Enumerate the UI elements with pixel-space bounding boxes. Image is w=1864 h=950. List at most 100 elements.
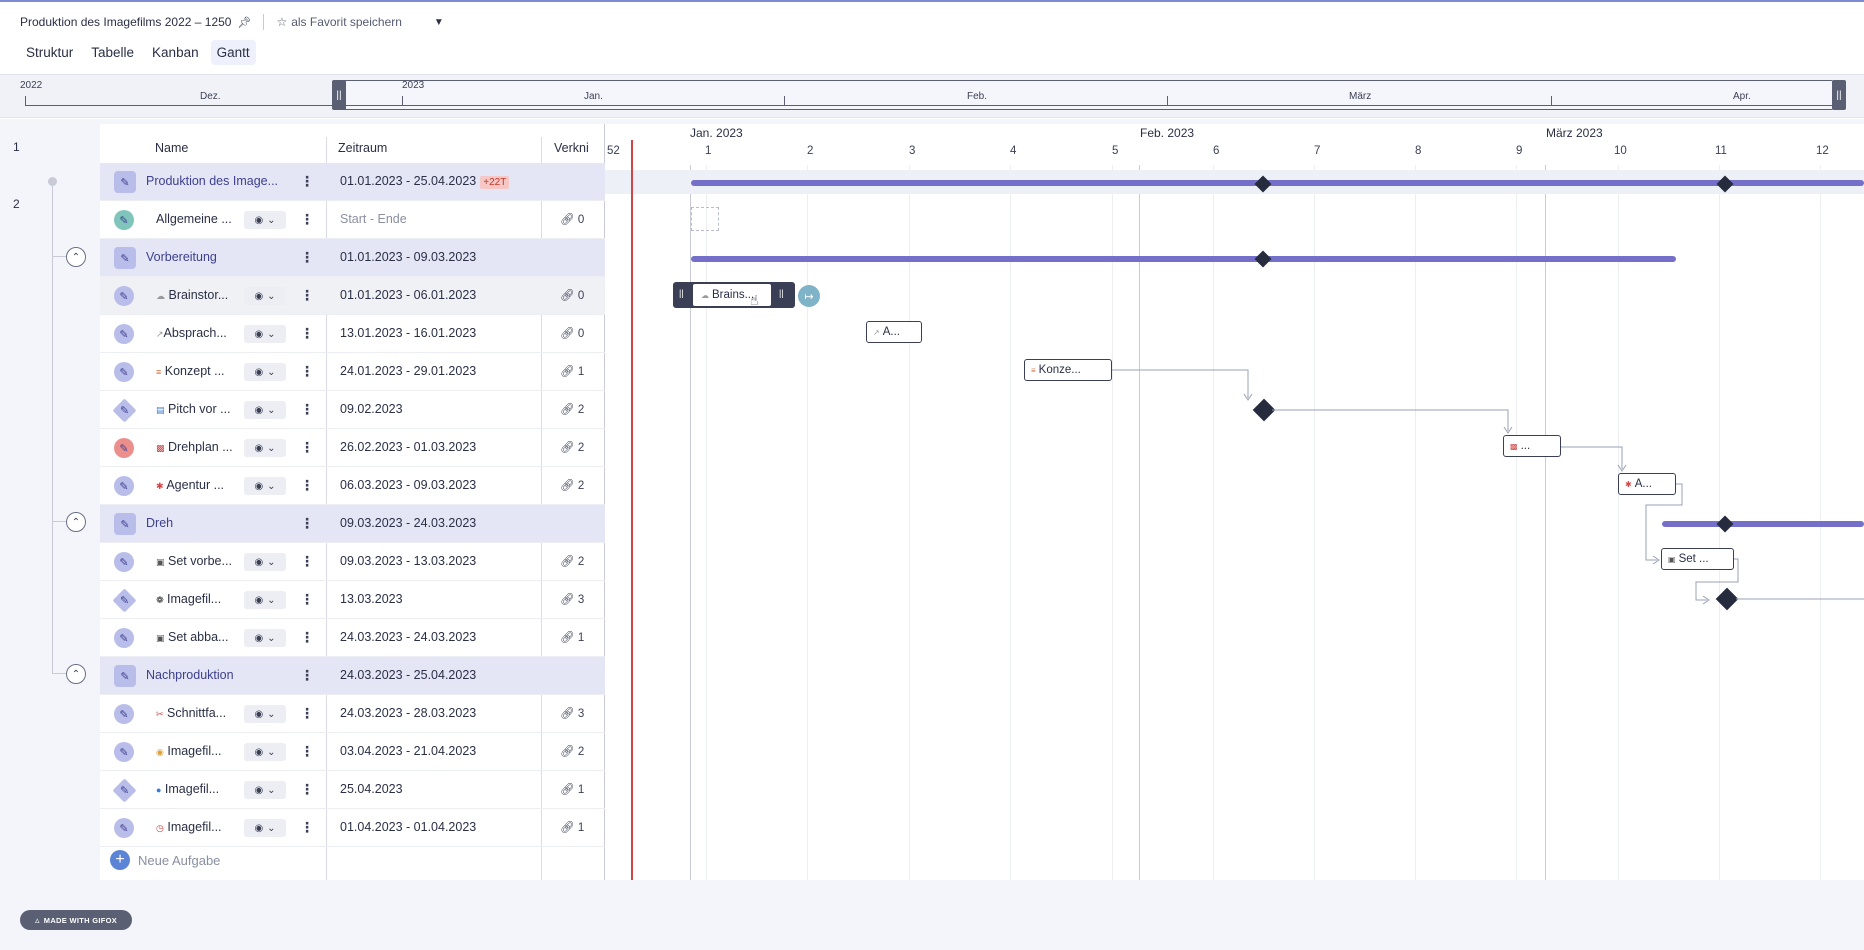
- task-row[interactable]: ✎ ☁ Brainstor... ◉ ⌄ ⋮ 01.01.2023 - 06.01…: [100, 277, 605, 315]
- milestone-pencil-icon[interactable]: ✎: [112, 398, 137, 423]
- more-options-icon[interactable]: ⋮: [300, 781, 314, 798]
- more-options-icon[interactable]: ⋮: [300, 173, 314, 190]
- tab-tabelle[interactable]: Tabelle: [85, 40, 140, 65]
- status-dropdown[interactable]: ◉ ⌄: [244, 477, 286, 495]
- status-dropdown[interactable]: ◉ ⌄: [244, 781, 286, 799]
- gantt-bar-vorbereitung[interactable]: [691, 256, 1676, 262]
- more-options-icon[interactable]: ⋮: [300, 705, 314, 722]
- task-row[interactable]: ✎ ✱ Agentur ... ◉ ⌄ ⋮ 06.03.2023 - 09.03.…: [100, 467, 605, 505]
- gantt-task-set[interactable]: ▣ Set ...: [1661, 548, 1734, 570]
- empty-task-placeholder[interactable]: [691, 207, 719, 231]
- more-options-icon[interactable]: ⋮: [300, 743, 314, 760]
- gantt-task-konzept[interactable]: ≡ Konze...: [1024, 359, 1112, 381]
- pencil-icon[interactable]: ✎: [114, 362, 134, 382]
- pencil-icon[interactable]: ✎: [114, 665, 136, 687]
- status-dropdown[interactable]: ◉ ⌄: [244, 553, 286, 571]
- gantt-task-agentur[interactable]: ✱ A...: [1618, 473, 1676, 495]
- task-row[interactable]: ✎ ◷ Imagefil... ◉ ⌄ ⋮ 01.04.2023 - 01.04.…: [100, 809, 605, 847]
- milestone-pencil-icon[interactable]: ✎: [112, 588, 137, 613]
- pencil-icon[interactable]: ✎: [114, 247, 136, 269]
- status-dropdown[interactable]: ◉ ⌄: [244, 819, 286, 837]
- task-row-produktion[interactable]: ✎ Produktion des Image... ⋮ 01.01.2023 -…: [100, 163, 605, 201]
- header-period[interactable]: Zeitraum: [338, 141, 387, 155]
- more-options-icon[interactable]: ⋮: [300, 515, 314, 532]
- task-row[interactable]: ✎ ▤ Pitch vor ... ◉ ⌄ ⋮ 09.02.2023 🔗︎ 2: [100, 391, 605, 429]
- more-options-icon[interactable]: ⋮: [300, 667, 314, 684]
- more-options-icon[interactable]: ⋮: [300, 591, 314, 608]
- task-row[interactable]: ✎ ↗Absprach... ◉ ⌄ ⋮ 13.01.2023 - 16.01.2…: [100, 315, 605, 353]
- more-options-icon[interactable]: ⋮: [300, 249, 314, 266]
- task-row[interactable]: ✎ ✂︎ Schnittfa... ◉ ⌄ ⋮ 24.03.2023 - 28.0…: [100, 695, 605, 733]
- task-row-nachproduktion[interactable]: ✎ Nachproduktion ⋮ 24.03.2023 - 25.04.20…: [100, 657, 605, 695]
- milestone-pencil-icon[interactable]: ✎: [112, 778, 137, 803]
- status-dropdown[interactable]: ◉ ⌄: [244, 363, 286, 381]
- task-row-dreh[interactable]: ✎ Dreh ⋮ 09.03.2023 - 24.03.2023: [100, 505, 605, 543]
- more-options-icon[interactable]: ⋮: [300, 439, 314, 456]
- pin-icon[interactable]: 📌︎: [237, 16, 251, 29]
- task-row[interactable]: ✎ ▩ Drehplan ... ◉ ⌄ ⋮ 26.02.2023 - 01.03…: [100, 429, 605, 467]
- resize-handle-left[interactable]: ||: [679, 288, 684, 298]
- more-options-icon[interactable]: ⋮: [300, 629, 314, 646]
- status-dropdown[interactable]: ◉ ⌄: [244, 287, 286, 305]
- tab-struktur[interactable]: Struktur: [20, 40, 79, 65]
- task-row[interactable]: ✎ ● Imagefil... ◉ ⌄ ⋮ 25.04.2023 🔗︎ 1: [100, 771, 605, 809]
- links-count: 🔗︎ 2: [560, 554, 584, 568]
- gantt-task-drehplan[interactable]: ▩...: [1503, 435, 1561, 457]
- more-options-icon[interactable]: ⋮: [300, 325, 314, 342]
- pencil-icon[interactable]: ✎: [114, 742, 134, 762]
- status-dropdown[interactable]: ◉ ⌄: [244, 743, 286, 761]
- more-options-icon[interactable]: ⋮: [300, 819, 314, 836]
- chevron-down-icon[interactable]: ▼: [434, 17, 444, 28]
- status-dropdown[interactable]: ◉ ⌄: [244, 439, 286, 457]
- pencil-icon[interactable]: ✎: [114, 818, 134, 838]
- status-dropdown[interactable]: ◉ ⌄: [244, 629, 286, 647]
- task-row-vorbereitung[interactable]: ✎ Vorbereitung ⋮ 01.01.2023 - 09.03.2023: [100, 239, 605, 277]
- task-name-text: Set vorbe...: [168, 554, 232, 568]
- gantt-bar-dreh[interactable]: [1662, 521, 1864, 527]
- more-options-icon[interactable]: ⋮: [300, 287, 314, 304]
- collapse-nachproduktion-button[interactable]: ⌃: [66, 664, 86, 684]
- header-name[interactable]: Name: [155, 141, 188, 155]
- task-row[interactable]: ✎ ≡ Konzept ... ◉ ⌄ ⋮ 24.01.2023 - 29.01.…: [100, 353, 605, 391]
- status-dropdown[interactable]: ◉ ⌄: [244, 705, 286, 723]
- header-links[interactable]: Verkni: [554, 141, 589, 155]
- chevron-down-icon: ⌄: [267, 594, 276, 606]
- collapse-vorbereitung-button[interactable]: ⌃: [66, 247, 86, 267]
- pencil-icon[interactable]: ✎: [114, 628, 134, 648]
- pencil-icon[interactable]: ✎: [114, 438, 134, 458]
- status-dropdown[interactable]: ◉ ⌄: [244, 211, 286, 229]
- pencil-icon[interactable]: ✎: [114, 476, 134, 496]
- resize-handle-right[interactable]: ||: [779, 288, 784, 298]
- gantt-bar-produktion[interactable]: [691, 180, 1864, 186]
- more-options-icon[interactable]: ⋮: [300, 211, 314, 228]
- gifox-badge-text: MADE WITH GIFOX: [43, 915, 118, 925]
- status-dropdown[interactable]: ◉ ⌄: [244, 591, 286, 609]
- pencil-icon[interactable]: ✎: [114, 210, 134, 230]
- gantt-task-brainstorm-dragging[interactable]: || ☁ Brains... ||: [673, 282, 795, 308]
- favorite-button[interactable]: ☆ als Favorit speichern: [276, 15, 401, 29]
- more-options-icon[interactable]: ⋮: [300, 363, 314, 380]
- more-options-icon[interactable]: ⋮: [300, 553, 314, 570]
- add-dependency-button[interactable]: ↦: [798, 285, 820, 307]
- gantt-task-absprache[interactable]: ↗ A...: [866, 321, 922, 343]
- more-options-icon[interactable]: ⋮: [300, 477, 314, 494]
- pencil-icon[interactable]: ✎: [114, 513, 136, 535]
- more-options-icon[interactable]: ⋮: [300, 401, 314, 418]
- pencil-icon[interactable]: ✎: [114, 171, 136, 193]
- task-row[interactable]: ✎ ▣ Set vorbe... ◉ ⌄ ⋮ 09.03.2023 - 13.03…: [100, 543, 605, 581]
- status-dropdown[interactable]: ◉ ⌄: [244, 401, 286, 419]
- task-row[interactable]: ✎ ◉ Imagefil... ◉ ⌄ ⋮ 03.04.2023 - 21.04.…: [100, 733, 605, 771]
- pencil-icon[interactable]: ✎: [114, 704, 134, 724]
- new-task-button[interactable]: + Neue Aufgabe: [110, 850, 220, 870]
- task-row[interactable]: ✎ Allgemeine ... ◉ ⌄ ⋮ Start - Ende 🔗︎ 0: [100, 201, 605, 239]
- tab-kanban[interactable]: Kanban: [146, 40, 205, 65]
- task-row[interactable]: ✎ ▣ Set abba... ◉ ⌄ ⋮ 24.03.2023 - 24.03.…: [100, 619, 605, 657]
- task-row[interactable]: ✎ ❁ Imagefil... ◉ ⌄ ⋮ 13.03.2023 🔗︎ 3: [100, 581, 605, 619]
- pencil-icon[interactable]: ✎: [114, 324, 134, 344]
- collapse-dreh-button[interactable]: ⌃: [66, 512, 86, 532]
- status-dropdown[interactable]: ◉ ⌄: [244, 325, 286, 343]
- pencil-icon[interactable]: ✎: [114, 286, 134, 306]
- pencil-icon[interactable]: ✎: [114, 552, 134, 572]
- task-period-text: 01.01.2023 - 25.04.2023: [340, 174, 477, 188]
- tab-gantt[interactable]: Gantt: [210, 40, 256, 65]
